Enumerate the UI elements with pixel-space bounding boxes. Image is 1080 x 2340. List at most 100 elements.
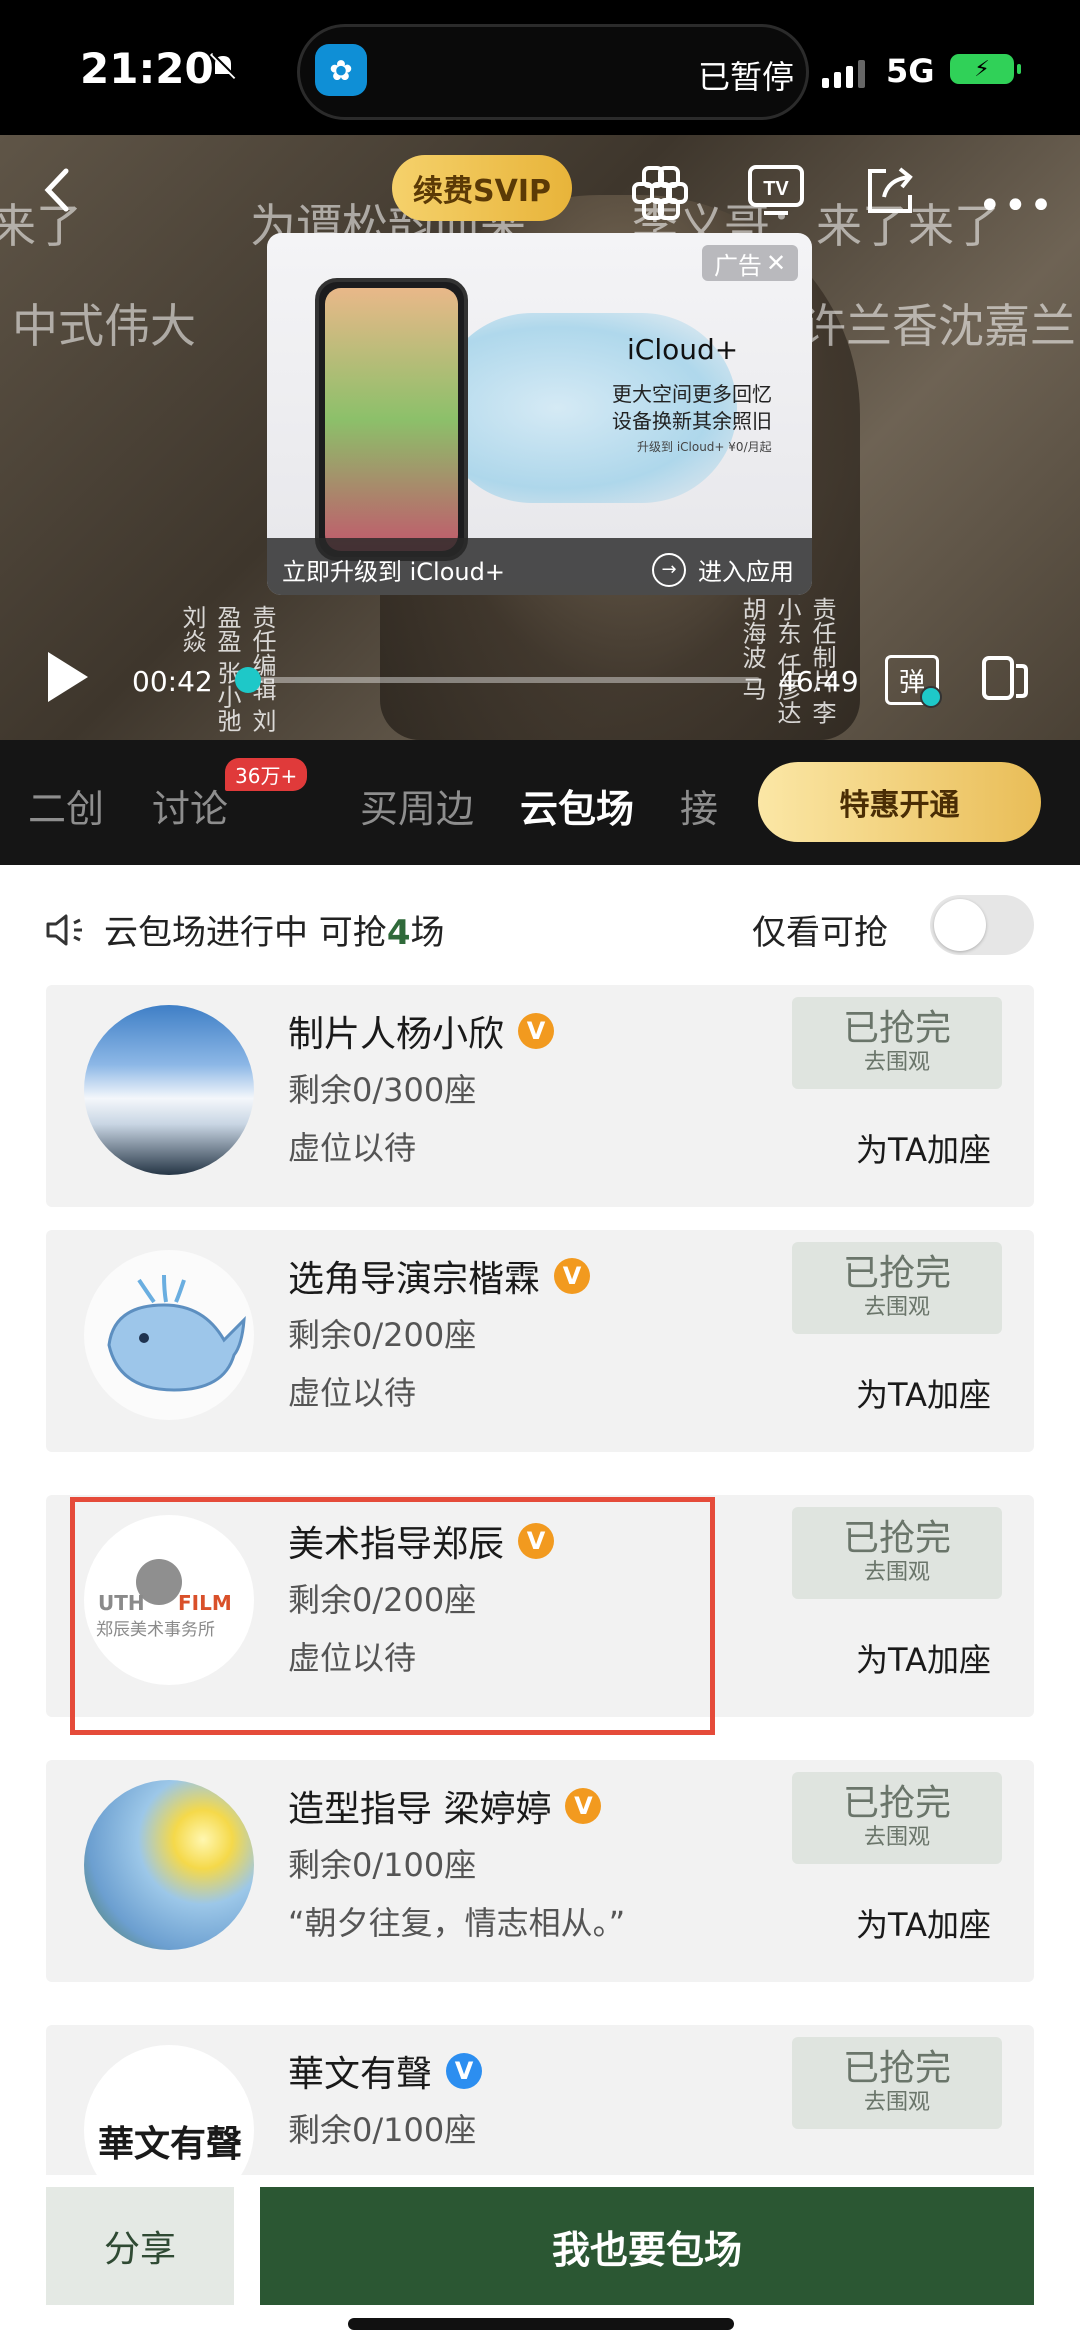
seats-remaining: 剩余0/300座 [288,1071,477,1109]
whale-icon [107,1274,246,1392]
verified-v-icon: V [446,2053,483,2089]
icloud-ad[interactable]: 广告 ✕ iCloud+ 更大空间更多回忆 设备换新其余照旧 升级到 iCloud… [267,233,812,595]
notice-count: 4 [386,913,411,953]
signal-icon [822,56,865,88]
watch-label: 去围观 [863,1560,930,1585]
ad-cta-text[interactable]: 立即升级到 iCloud+ [282,552,505,587]
highlight-box [70,1497,715,1735]
booking-card[interactable]: 选角导演宗楷霖 V 剩余0/200座 虚位以待 已抢完 去围观 为TA加座 [46,1230,1034,1452]
notice-text: 云包场进行中 可抢4场 [104,905,444,954]
seats-remaining: 剩余0/200座 [288,1316,477,1354]
seats-remaining: 剩余0/100座 [288,2111,477,2149]
rotate-screen-icon[interactable] [980,652,1030,702]
vpn-shield-icon: ✿ [315,44,367,96]
progress-knob[interactable] [234,667,261,693]
toggle-knob [934,899,986,951]
more-icon[interactable]: ••• [978,183,1055,229]
notice-unit: 场 [410,913,445,953]
home-indicator[interactable] [348,2318,734,2330]
share-icon[interactable] [862,163,918,223]
brand-logo-text: 華文有聲 [98,2123,243,2165]
avatar[interactable] [84,1250,254,1420]
tab-erchuang[interactable]: 二创 [28,778,104,833]
ad-line: 更大空间更多回忆 [612,382,772,406]
ad-line: 设备换新其余照旧 [612,409,772,433]
battery-charging-icon: ⚡ [950,54,1021,84]
add-seat-link[interactable]: 为TA加座 [856,1125,991,1171]
avatar[interactable]: 華文有聲 [84,2045,254,2175]
sold-out-label: 已抢完 [842,1253,951,1294]
discussion-count-badge: 36万+ [225,758,308,791]
watch-label: 去围观 [863,2090,930,2115]
total-time: 46:49 [778,665,859,698]
speaker-icon [46,914,82,945]
add-seat-link[interactable]: 为TA加座 [856,1900,991,1946]
play-icon[interactable] [48,652,88,702]
only-available-toggle[interactable] [930,895,1034,955]
add-seat-link[interactable]: 为TA加座 [856,1635,991,1681]
host-name-text: 造型指导 梁婷婷 [288,1789,552,1830]
tab-next[interactable]: 接 [680,778,718,833]
special-open-button[interactable]: 特惠开通 [758,762,1041,842]
open-app-button[interactable]: → 进入应用 [652,552,794,587]
sold-out-label: 已抢完 [842,1783,951,1824]
sold-out-label: 已抢完 [842,2048,951,2089]
verified-v-icon: V [518,1013,555,1049]
host-name[interactable]: 造型指导 梁婷婷 V [288,1780,602,1832]
only-available-label: 仅看可抢 [752,913,888,953]
tv-cast-icon[interactable]: TV [746,163,806,223]
open-app-label: 进入应用 [698,558,794,586]
ad-phone-image [315,278,468,561]
svg-text:TV: TV [763,178,789,200]
sold-out-label: 已抢完 [842,1518,951,1559]
current-time: 00:42 [132,665,213,698]
back-icon[interactable] [38,165,78,219]
verified-v-icon: V [565,1788,602,1824]
booking-card[interactable]: 華文有聲 華文有聲 V 剩余0/100座 已抢完 去围观 [46,2025,1034,2175]
host-name[interactable]: 选角导演宗楷霖 V [288,1250,591,1302]
tab-bar: 二创 讨论 36万+ 买周边 云包场 接 特惠开通 [0,740,1080,865]
danmu-toggle-button[interactable]: 弹 [885,655,942,708]
booking-card[interactable]: 制片人杨小欣 V 剩余0/300座 虚位以待 已抢完 去围观 为TA加座 [46,985,1034,1207]
host-name-text: 華文有聲 [288,2054,433,2095]
arrow-right-icon: → [652,552,686,587]
network-type: 5G [886,52,935,90]
tab-discussion[interactable]: 讨论 [152,778,228,833]
avatar[interactable] [84,1005,254,1175]
progress-track[interactable] [240,677,760,683]
bottom-action-bar: 分享 我也要包场 [0,2175,1080,2340]
sold-out-button[interactable]: 已抢完 去围观 [792,2037,1002,2129]
close-icon[interactable]: ✕ [766,249,786,277]
tab-merch[interactable]: 买周边 [360,778,474,833]
danmu-on-dot [920,686,942,708]
sold-out-button[interactable]: 已抢完 去围观 [792,1772,1002,1864]
sold-out-button[interactable]: 已抢完 去围观 [792,997,1002,1089]
watch-label: 去围观 [863,1050,930,1075]
add-seat-link[interactable]: 为TA加座 [856,1370,991,1416]
book-screening-button[interactable]: 我也要包场 [260,2187,1034,2305]
card-clip: 華文有聲 華文有聲 V 剩余0/100座 已抢完 去围观 [0,2025,1080,2175]
share-button[interactable]: 分享 [46,2187,234,2305]
verified-v-icon: V [554,1258,591,1294]
seats-remaining: 剩余0/100座 [288,1846,477,1884]
ad-close-tag[interactable]: 广告 ✕ [702,245,798,281]
renew-svip-button[interactable]: 续费SVIP [392,155,572,221]
booking-card[interactable]: 造型指导 梁婷婷 V 剩余0/100座 “朝夕往复，情志相从。” 已抢完 去围观 为… [46,1760,1034,1982]
host-message: 虚位以待 [288,1374,417,1412]
host-message: 虚位以待 [288,1129,417,1167]
avatar[interactable] [84,1780,254,1950]
sold-out-button[interactable]: 已抢完 去围观 [792,1507,1002,1599]
tab-cloud-booking[interactable]: 云包场 [520,778,634,833]
ad-fineprint: 升级到 iCloud+ ¥0/月起 [637,440,772,454]
host-name[interactable]: 制片人杨小欣 V [288,1005,555,1057]
ad-title: iCloud+ [627,333,739,366]
sold-out-button[interactable]: 已抢完 去围观 [792,1242,1002,1334]
host-name[interactable]: 華文有聲 V [288,2045,483,2097]
ad-tag-label: 广告 [713,251,762,280]
media-paused-label: 已暂停 [698,58,795,96]
booking-notice: 云包场进行中 可抢4场 [44,905,444,954]
host-message: “朝夕往复，情志相从。” [288,1904,626,1942]
host-name-text: 选角导演宗楷霖 [288,1259,541,1300]
ad-cta-bar[interactable]: 立即升级到 iCloud+ → 进入应用 [267,538,812,595]
lianbo-link-icon[interactable] [628,162,692,226]
